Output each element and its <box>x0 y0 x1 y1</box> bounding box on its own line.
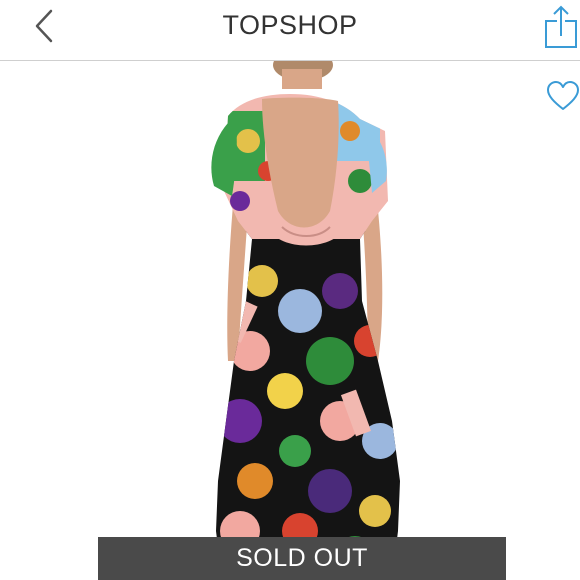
brand-title: TOPSHOP <box>222 10 358 40</box>
app-header: TOPSHOP <box>0 0 580 61</box>
share-icon[interactable] <box>540 4 580 50</box>
dress-illustration <box>211 61 400 580</box>
product-photo <box>0 61 580 580</box>
heart-outline-icon[interactable] <box>546 80 580 112</box>
sold-out-banner: SOLD OUT <box>98 537 506 580</box>
